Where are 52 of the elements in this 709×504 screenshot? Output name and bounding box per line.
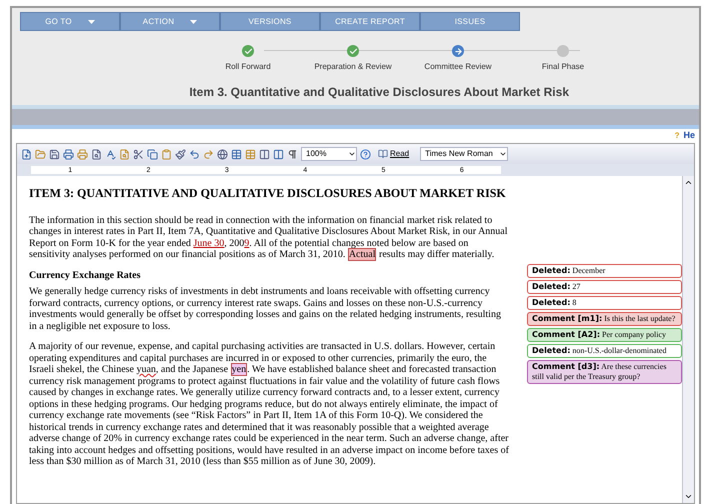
toolbar-tool-icon[interactable] (105, 148, 116, 160)
toolbar-tool-icon[interactable] (147, 148, 158, 160)
nav-menu-button[interactable]: ISSUES (420, 12, 520, 31)
toolbar-tool-icon[interactable] (259, 148, 270, 160)
toolbar-tool-icon[interactable] (21, 148, 32, 160)
pilcrow-icon[interactable] (287, 148, 298, 160)
comment-balloon: Comment [d3]: Are these currencies still valid per the Treasury group? (527, 360, 682, 384)
toolbar-tool-icon[interactable] (273, 148, 284, 160)
toolbar-tool-icon[interactable] (203, 148, 214, 160)
deletion-balloon: Deleted: 8 (527, 296, 682, 310)
nav-menu-button[interactable]: VERSIONS (220, 12, 320, 31)
toolbar-tool-icon[interactable] (119, 148, 130, 160)
toolbar-tool-icon[interactable] (189, 148, 200, 160)
document-heading: ITEM 3: QUANTITATIVE AND QUALITATIVE DISCLOSURES ABOUT MARKET RISK (29, 188, 507, 200)
help-link[interactable]: He (683, 129, 695, 143)
toolbar-tool-icon[interactable] (231, 148, 242, 160)
read-button[interactable]: Read (374, 148, 414, 160)
deletion-balloon: Deleted: 27 (527, 280, 682, 294)
font-dropdown[interactable]: Times New Roman (420, 147, 508, 161)
body-paragraph: The information in this section should be read in connection with the information on financial market risk related to changes in interest rates in Part II, Item 7A, Quantitative and Qualitative Disclosures About Market Risk, in our Annual Report on Form 10-K for the year ended June 30, 2009. All of the potential changes noted below are based on sensitivity analyses performed on our financial positions as of March 31, 2010. Actual results may differ materially. (29, 214, 509, 260)
body-paragraph: We generally hedge currency risks of investments in debt instruments and loans receivable with offsetting currency forward contracts, currency options, or currency interest rate swaps. Gains and losses on these non-U.S.-currency investments would generally be offset by corresponding losses and gains on the related hedging instruments, resulting in a negligible net exposure to loss. (29, 286, 502, 332)
deletion-balloon: Deleted: December (527, 264, 682, 278)
dropdown-caret-icon[interactable] (348, 150, 356, 158)
step-label: Roll Forward (225, 61, 271, 73)
step-label: Committee Review (424, 61, 492, 73)
nav-menu-button[interactable]: ACTION (120, 12, 220, 31)
toolbar-tool-icon[interactable] (35, 148, 46, 160)
step-label: Final Phase (542, 61, 584, 73)
help-icon[interactable] (360, 148, 371, 160)
toolbar-tool-icon[interactable] (63, 148, 74, 160)
nav-menu-button[interactable]: GO TO (20, 12, 120, 31)
nav-menu-button[interactable]: CREATE REPORT (320, 12, 420, 31)
page-title: Item 3. Quantitative and Qualitative Disclosures About Market Risk (189, 84, 569, 101)
toolbar-tool-icon[interactable] (175, 148, 186, 160)
section-heading: Currency Exchange Rates (29, 270, 142, 281)
scroll-up-icon[interactable] (684, 178, 693, 187)
toolbar-tool-icon[interactable] (133, 148, 144, 160)
help-icon: ? (674, 130, 680, 142)
comment-balloon: Comment [m1]: Is this the last update? (527, 312, 682, 326)
toolbar-tool-icon[interactable] (161, 148, 172, 160)
comment-balloon: Comment [A2]: Per company policy (527, 328, 682, 342)
toolbar-tool-icon[interactable] (49, 148, 60, 160)
toolbar-tool-icon[interactable] (217, 148, 228, 160)
step-label: Preparation & Review (314, 61, 392, 73)
scroll-down-icon[interactable] (684, 492, 693, 501)
toolbar-tool-icon[interactable] (91, 148, 102, 160)
zoom-dropdown[interactable]: 100% (301, 147, 357, 161)
toolbar-tool-icon[interactable] (77, 148, 88, 160)
toolbar-tool-icon[interactable] (245, 148, 256, 160)
dropdown-caret-icon[interactable] (499, 150, 508, 158)
book-icon (378, 149, 388, 159)
deletion-balloon: Deleted: non-U.S.-dollar-denominated (527, 344, 682, 358)
